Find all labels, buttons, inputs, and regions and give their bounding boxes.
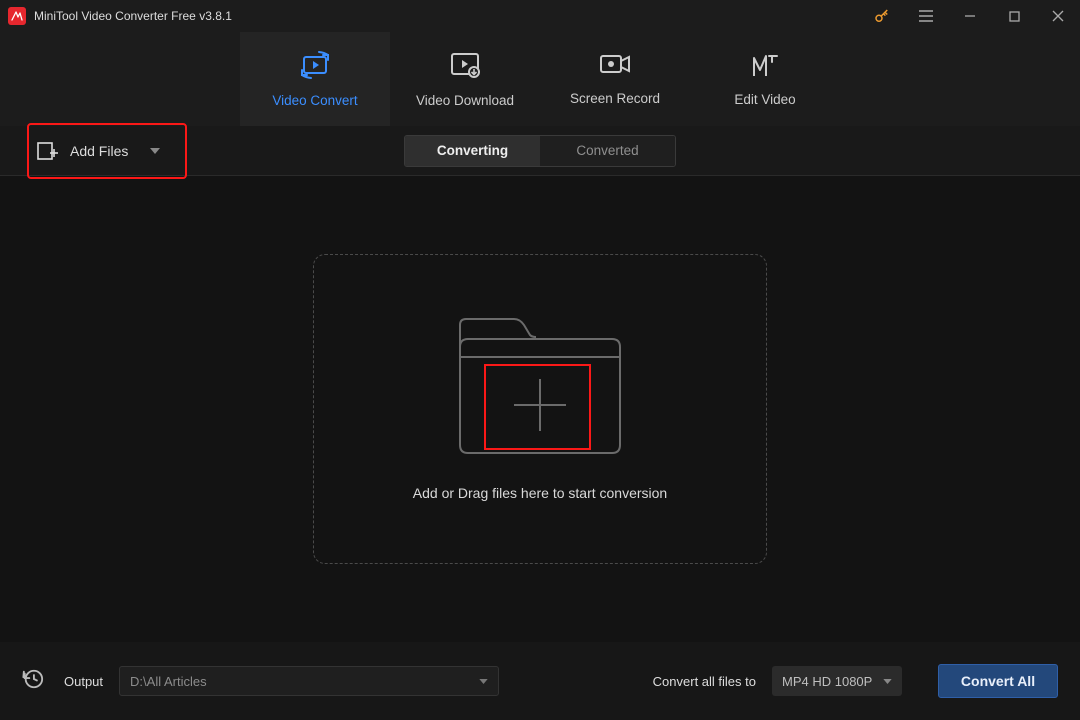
tab-label: Video Convert: [272, 93, 357, 108]
tab-label: Edit Video: [734, 92, 795, 107]
titlebar: MiniTool Video Converter Free v3.8.1: [0, 0, 1080, 32]
main-nav: Video Convert Video Download Screen Reco…: [0, 32, 1080, 126]
folder-icon: [454, 317, 626, 457]
license-key-icon[interactable]: [860, 0, 904, 32]
segment-converted[interactable]: Converted: [540, 136, 675, 166]
output-path-value: D:\All Articles: [130, 674, 207, 689]
chevron-down-icon: [883, 679, 892, 684]
convert-all-label: Convert all files to: [653, 674, 756, 689]
dropzone[interactable]: Add or Drag files here to start conversi…: [313, 254, 767, 564]
chevron-down-icon: [479, 679, 488, 684]
segment-converting[interactable]: Converting: [405, 136, 540, 166]
add-files-label: Add Files: [70, 143, 128, 159]
minimize-icon[interactable]: [948, 0, 992, 32]
tab-screen-record[interactable]: Screen Record: [540, 32, 690, 126]
tab-label: Video Download: [416, 93, 514, 108]
footer: Output D:\All Articles Convert all files…: [0, 642, 1080, 720]
tab-edit-video[interactable]: Edit Video: [690, 32, 840, 126]
format-value: MP4 HD 1080P: [782, 674, 872, 689]
main-area: Add or Drag files here to start conversi…: [0, 176, 1080, 642]
tab-label: Screen Record: [570, 91, 660, 106]
close-icon[interactable]: [1036, 0, 1080, 32]
app-logo: [8, 7, 26, 25]
output-label: Output: [64, 674, 103, 689]
tab-video-convert[interactable]: Video Convert: [240, 32, 390, 126]
add-files-button[interactable]: Add Files: [30, 131, 178, 171]
toolbar: Add Files Converting Converted: [0, 126, 1080, 176]
output-path-combo[interactable]: D:\All Articles: [119, 666, 499, 696]
chevron-down-icon: [150, 148, 160, 154]
dropzone-text: Add or Drag files here to start conversi…: [413, 485, 667, 501]
menu-icon[interactable]: [904, 0, 948, 32]
converting-segment: Converting Converted: [404, 135, 676, 167]
format-combo[interactable]: MP4 HD 1080P: [772, 666, 902, 696]
convert-all-button[interactable]: Convert All: [938, 664, 1058, 698]
history-icon[interactable]: [22, 668, 44, 695]
tab-video-download[interactable]: Video Download: [390, 32, 540, 126]
maximize-icon[interactable]: [992, 0, 1036, 32]
app-title: MiniTool Video Converter Free v3.8.1: [34, 9, 232, 23]
add-file-icon: [36, 141, 58, 161]
